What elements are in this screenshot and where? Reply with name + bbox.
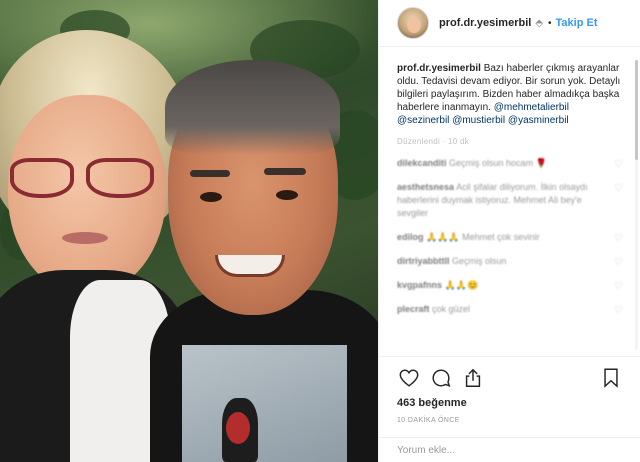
mention-link[interactable]: @yasminerbil (508, 115, 569, 126)
comment-icon[interactable] (429, 366, 453, 390)
comment-text: 🙏🙏🙏 Mehmet çok sevinir (426, 232, 540, 242)
comment-username[interactable]: dirtriyabbttll (397, 256, 450, 266)
comment-item: edilog 🙏🙏🙏 Mehmet çok sevinir ♡ (397, 231, 623, 244)
post-timestamp[interactable]: 10 DAKİKA ÖNCE (397, 417, 623, 424)
add-comment-bar (379, 437, 640, 462)
comment-text: çok güzel (432, 304, 471, 314)
comment-item: plecraft çok güzel ♡ (397, 303, 623, 316)
post-side-panel: prof.dr.yesimerbil ⬘ • Takip Et prof.dr.… (378, 0, 640, 462)
comment-username[interactable]: aesthetsnesa (397, 182, 454, 192)
caption-username[interactable]: prof.dr.yesimerbil (397, 63, 481, 74)
instagram-post: prof.dr.yesimerbil ⬘ • Takip Et prof.dr.… (0, 0, 640, 462)
username-link[interactable]: prof.dr.yesimerbil (439, 17, 531, 29)
scrollbar-thumb[interactable] (635, 60, 638, 160)
comment-item: kvgpafnns 🙏🙏😊 ♡ (397, 279, 623, 292)
heart-icon[interactable] (397, 366, 421, 390)
heart-icon[interactable]: ♡ (614, 256, 623, 269)
mention-link[interactable]: @sezinerbil (397, 115, 449, 126)
bookmark-icon[interactable] (599, 366, 623, 390)
verified-icon: ⬘ (535, 17, 544, 29)
separator-dot: • (548, 17, 552, 29)
comment-text: Geçmiş olsun (452, 256, 507, 266)
heart-icon[interactable]: ♡ (614, 158, 623, 171)
heart-icon[interactable]: ♡ (614, 232, 623, 245)
comment-username[interactable]: kvgpafnns (397, 280, 442, 290)
caption: prof.dr.yesimerbil Bazı haberler çıkmış … (397, 62, 623, 127)
post-photo[interactable] (0, 0, 378, 462)
heart-icon[interactable]: ♡ (614, 280, 623, 293)
avatar[interactable] (397, 7, 429, 39)
action-icons-row (397, 357, 623, 399)
comments-scrollbar[interactable] (635, 60, 638, 350)
comment-item: dilekcanditi Geçmiş olsun hocam 🌹 ♡ (397, 157, 623, 170)
comment-username[interactable]: plecraft (397, 304, 430, 314)
comment-text: 🙏🙏😊 (444, 280, 479, 290)
post-header: prof.dr.yesimerbil ⬘ • Takip Et (379, 0, 640, 47)
comment-text: Geçmiş olsun hocam 🌹 (449, 158, 547, 168)
follow-button[interactable]: Takip Et (556, 17, 598, 29)
comment-username[interactable]: dilekcanditi (397, 158, 447, 168)
comment-item: aesthetsnesa Acil şifalar diliyorum. İlk… (397, 181, 623, 220)
post-actions: 463 beğenme 10 DAKİKA ÖNCE (379, 356, 640, 462)
comments-list[interactable]: prof.dr.yesimerbil Bazı haberler çıkmış … (379, 48, 640, 353)
likes-count[interactable]: 463 beğenme (397, 397, 623, 409)
heart-icon[interactable]: ♡ (614, 182, 623, 195)
mention-link[interactable]: @mustierbil (452, 115, 505, 126)
share-icon[interactable] (461, 366, 485, 390)
heart-icon[interactable]: ♡ (614, 304, 623, 317)
mention-link[interactable]: @mehmetalierbil (494, 102, 569, 113)
comment-input[interactable] (397, 445, 597, 456)
caption-meta: Düzenlendi · 10 dk (397, 137, 470, 146)
comment-item: dirtriyabbttll Geçmiş olsun ♡ (397, 255, 623, 268)
comment-username[interactable]: edilog (397, 232, 424, 242)
